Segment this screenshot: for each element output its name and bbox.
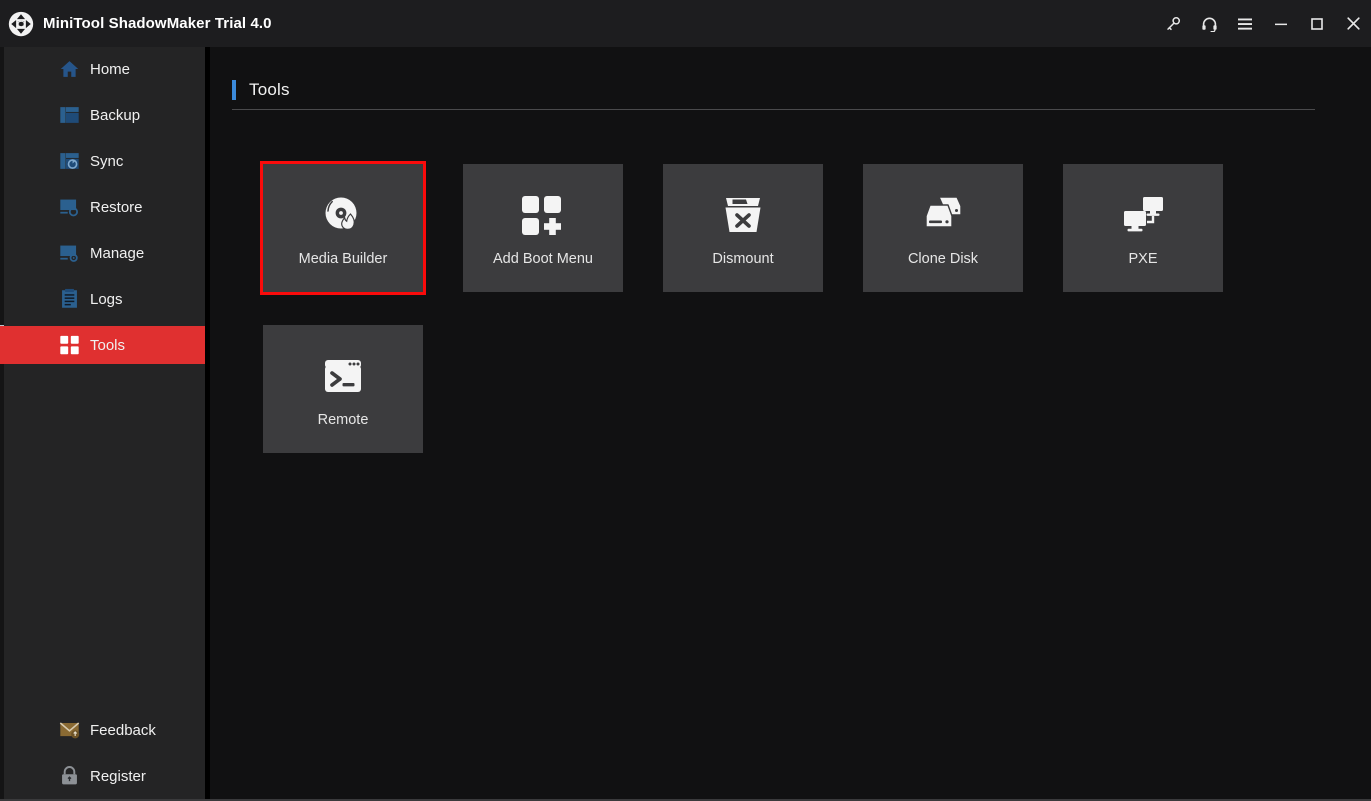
sidebar-item-label: Feedback [90, 722, 156, 739]
two-monitors-icon [1120, 194, 1166, 238]
sidebar-item-label: Restore [90, 199, 143, 216]
logs-icon [59, 289, 80, 310]
close-icon [1346, 16, 1361, 31]
tools-tile-grid: Media Builder Add Boot Menu [263, 164, 1323, 486]
menu-button[interactable] [1227, 0, 1263, 47]
close-button[interactable] [1335, 0, 1371, 47]
maximize-icon [1310, 17, 1324, 31]
tool-tile-add-boot-menu[interactable]: Add Boot Menu [463, 164, 623, 292]
sidebar-bottom-nav: Feedback Register [4, 703, 205, 795]
grid-plus-icon [520, 194, 566, 238]
sidebar-nav-list: Home Backup Sync [4, 47, 205, 364]
page-header: Tools [232, 80, 290, 100]
title-bar: MiniTool ShadowMaker Trial 4.0 [0, 0, 1371, 47]
tile-icon-wrapper [517, 190, 569, 242]
disc-flame-icon [319, 192, 367, 240]
hamburger-menu-icon [1237, 17, 1253, 31]
sidebar-item-register[interactable]: Register [4, 757, 205, 795]
tile-label: Dismount [712, 252, 773, 267]
window-title: MiniTool ShadowMaker Trial 4.0 [43, 15, 272, 32]
sidebar-item-label: Backup [90, 107, 140, 124]
tile-label: PXE [1128, 252, 1157, 267]
sidebar-item-home[interactable]: Home [4, 50, 205, 88]
sidebar-item-label: Manage [90, 245, 144, 262]
titlebar-actions [1155, 0, 1371, 47]
sidebar-item-label: Sync [90, 153, 123, 170]
sidebar-item-label: Logs [90, 291, 123, 308]
headset-icon [1201, 16, 1218, 32]
backup-icon [59, 105, 80, 126]
sidebar-item-sync[interactable]: Sync [4, 142, 205, 180]
register-lock-icon [59, 766, 80, 787]
minitool-logo-icon [8, 11, 34, 37]
sidebar: Home Backup Sync [4, 47, 205, 801]
tile-label: Clone Disk [908, 252, 978, 267]
tile-label: Media Builder [299, 252, 388, 267]
minimize-icon [1274, 17, 1288, 31]
sidebar-item-label: Home [90, 61, 130, 78]
two-disks-icon [919, 194, 967, 238]
sidebar-item-backup[interactable]: Backup [4, 96, 205, 134]
license-key-button[interactable] [1155, 0, 1191, 47]
tile-icon-wrapper [317, 351, 369, 403]
maximize-button[interactable] [1299, 0, 1335, 47]
tile-icon-wrapper [317, 190, 369, 242]
tools-icon [59, 335, 80, 356]
sidebar-item-label: Register [90, 768, 146, 785]
sidebar-item-tools[interactable]: Tools [0, 326, 205, 364]
restore-icon [59, 197, 80, 218]
page-title: Tools [249, 80, 290, 100]
tool-tile-media-builder[interactable]: Media Builder [263, 164, 423, 292]
sidebar-item-label: Tools [90, 337, 125, 354]
content-area: Tools Media Builder [210, 47, 1371, 801]
tool-tile-dismount[interactable]: Dismount [663, 164, 823, 292]
minimize-button[interactable] [1263, 0, 1299, 47]
tool-tile-remote[interactable]: Remote [263, 325, 423, 453]
page-title-accent-bar [232, 80, 236, 100]
home-icon [59, 59, 80, 80]
manage-icon [59, 243, 80, 264]
support-button[interactable] [1191, 0, 1227, 47]
tile-icon-wrapper [1117, 190, 1169, 242]
key-icon [1165, 16, 1181, 32]
header-divider [232, 109, 1315, 110]
tile-label: Remote [318, 413, 369, 428]
terminal-window-icon [321, 356, 365, 398]
tool-tile-pxe[interactable]: PXE [1063, 164, 1223, 292]
sync-icon [59, 151, 80, 172]
sidebar-item-logs[interactable]: Logs [4, 280, 205, 318]
feedback-envelope-icon [59, 720, 80, 741]
sidebar-item-restore[interactable]: Restore [4, 188, 205, 226]
sidebar-item-manage[interactable]: Manage [4, 234, 205, 272]
application-window: MiniTool ShadowMaker Trial 4.0 [0, 0, 1371, 801]
tile-icon-wrapper [917, 190, 969, 242]
tile-icon-wrapper [717, 190, 769, 242]
tile-label: Add Boot Menu [493, 252, 593, 267]
sidebar-item-feedback[interactable]: Feedback [4, 711, 205, 749]
bin-x-icon [720, 194, 766, 238]
tool-tile-clone-disk[interactable]: Clone Disk [863, 164, 1023, 292]
